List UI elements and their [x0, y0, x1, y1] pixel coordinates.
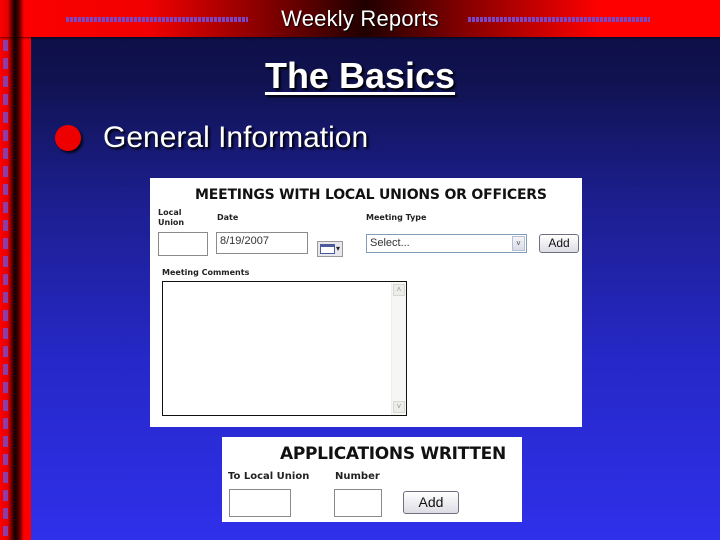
date-label: Date [217, 213, 239, 222]
calendar-icon [320, 244, 335, 254]
local-union-label-line1: Local [158, 208, 182, 217]
slide-title: The Basics [0, 55, 720, 97]
meeting-type-selected: Select... [370, 237, 410, 249]
local-union-label: Local Union [158, 208, 184, 228]
select-chevron-down-icon: ˅ [512, 236, 525, 251]
to-local-union-input[interactable] [229, 489, 291, 517]
meeting-type-label: Meeting Type [366, 213, 427, 222]
local-union-label-line2: Union [158, 218, 185, 227]
to-local-union-label: To Local Union [228, 471, 310, 482]
slide-title-text: The Basics [264, 55, 456, 96]
comments-scrollbar[interactable]: ˄ ˅ [391, 282, 406, 415]
left-strip-top [0, 0, 31, 37]
scroll-up-icon[interactable]: ˄ [393, 284, 405, 296]
date-input[interactable]: 8/19/2007 [216, 232, 308, 254]
local-union-input[interactable] [158, 232, 208, 256]
applications-add-button[interactable]: Add [403, 491, 459, 514]
header-decoration-right [468, 17, 650, 22]
bullet-dot-icon [55, 125, 81, 151]
chevron-down-icon: ▾ [335, 244, 340, 253]
number-label: Number [335, 471, 380, 482]
number-input[interactable] [334, 489, 382, 517]
meetings-form-title: MEETINGS WITH LOCAL UNIONS OR OFFICERS [195, 187, 547, 203]
meetings-form-panel: MEETINGS WITH LOCAL UNIONS OR OFFICERS L… [150, 178, 582, 427]
calendar-picker-button[interactable]: ▾ [317, 241, 343, 257]
meeting-comments-label: Meeting Comments [162, 268, 250, 277]
bullet-text: General Information [103, 121, 369, 154]
meeting-comments-textarea[interactable]: ˄ ˅ [162, 281, 407, 416]
header-bar: Weekly Reports [0, 0, 720, 37]
applications-form-panel: APPLICATIONS WRITTEN To Local Union Numb… [222, 437, 522, 522]
meeting-add-button[interactable]: Add [539, 234, 579, 253]
bullet-item: General Information [55, 120, 368, 156]
applications-form-title: APPLICATIONS WRITTEN [280, 444, 506, 464]
scroll-down-icon[interactable]: ˅ [393, 401, 405, 413]
meeting-type-select[interactable]: Select... ˅ [366, 234, 527, 253]
